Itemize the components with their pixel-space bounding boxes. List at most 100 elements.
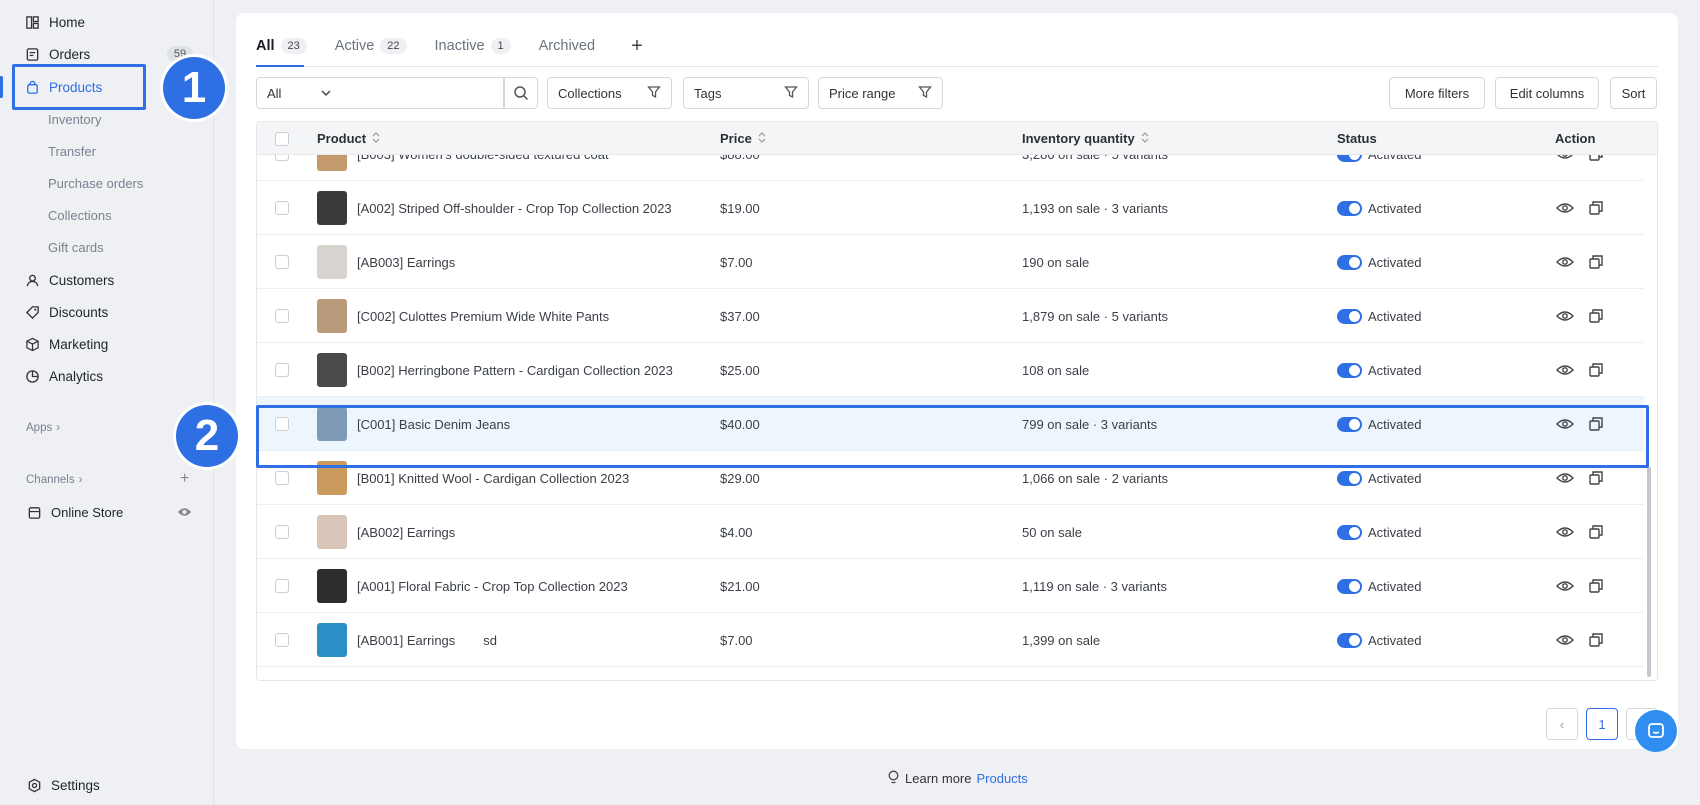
duplicate-icon[interactable] [1586, 468, 1606, 488]
product-name[interactable]: [A001] Floral Fabric - Crop Top Collecti… [357, 579, 628, 594]
scope-select[interactable]: All [256, 77, 345, 109]
table-row[interactable]: [A001] Floral Fabric - Crop Top Collecti… [257, 559, 1644, 613]
row-checkbox[interactable] [275, 309, 289, 323]
view-eye-icon[interactable] [1555, 630, 1575, 650]
duplicate-icon[interactable] [1586, 576, 1606, 596]
view-eye-icon[interactable] [1555, 522, 1575, 542]
tab-inactive[interactable]: Inactive 1 [435, 31, 511, 61]
status-toggle[interactable] [1337, 254, 1362, 270]
sidebar-item-online-store[interactable]: Online Store [26, 500, 123, 524]
product-name[interactable]: [C002] Culottes Premium Wide White Pants [357, 309, 609, 324]
active-indicator [0, 76, 3, 98]
status-label: Activated [1368, 362, 1422, 378]
product-inventory: 108 on sale [1022, 362, 1090, 378]
product-thumbnail [317, 515, 347, 549]
tab-label: Active [334, 38, 375, 54]
view-eye-icon[interactable] [1555, 468, 1575, 488]
channels-label: Channels [26, 474, 75, 486]
tags-filter[interactable]: Tags [683, 77, 809, 109]
search-input[interactable] [344, 77, 504, 109]
row-checkbox[interactable] [275, 525, 289, 539]
status-toggle[interactable] [1337, 200, 1362, 216]
table-row[interactable]: [AB003] Earrings $7.00 190 on sale Activate… [257, 235, 1644, 289]
duplicate-icon[interactable] [1586, 360, 1606, 380]
search-icon[interactable] [504, 77, 538, 109]
product-name[interactable]: [AB002] Earrings [357, 525, 455, 540]
table-row[interactable]: [AB001] Earrings sd $7.00 1,399 on sale Acti… [257, 613, 1644, 667]
table-row[interactable]: [A002] Striped Off-shoulder - Crop Top C… [257, 181, 1644, 235]
sidebar-sub-collections[interactable]: Collections [48, 205, 112, 225]
chat-button[interactable] [1635, 710, 1677, 752]
product-inventory: 1,193 on sale · 3 variants [1022, 200, 1168, 216]
tab-active[interactable]: Active 22 [335, 31, 407, 61]
header-product[interactable]: Product [317, 122, 380, 155]
sidebar-sub-purchase-orders[interactable]: Purchase orders [48, 173, 143, 193]
view-eye-icon[interactable] [1555, 306, 1575, 326]
view-eye-icon[interactable] [1555, 198, 1575, 218]
table-row[interactable]: [C002] Culottes Premium Wide White Pants… [257, 289, 1644, 343]
active-tab-underline [256, 65, 304, 67]
add-tab-icon[interactable]: + [631, 31, 643, 61]
eye-icon[interactable] [177, 505, 192, 523]
view-eye-icon[interactable] [1555, 252, 1575, 272]
status-toggle[interactable] [1337, 578, 1362, 594]
table-scrollbar[interactable] [1647, 467, 1651, 677]
select-all-checkbox[interactable] [275, 131, 289, 146]
sidebar-item-analytics[interactable]: Analytics [24, 364, 103, 388]
duplicate-icon[interactable] [1586, 522, 1606, 542]
sidebar-item-discounts[interactable]: Discounts [24, 300, 108, 324]
status-toggle[interactable] [1337, 632, 1362, 648]
channels-section[interactable]: Channels › [26, 474, 82, 486]
sidebar-item-marketing[interactable]: Marketing [24, 332, 108, 356]
header-price[interactable]: Price [720, 122, 766, 155]
tab-archived[interactable]: Archived [539, 31, 595, 61]
product-price: $7.00 [720, 632, 753, 648]
learn-more-link[interactable]: Products [976, 771, 1027, 786]
view-eye-icon[interactable] [1555, 576, 1575, 596]
collections-filter[interactable]: Collections [547, 77, 672, 109]
sidebar-item-settings[interactable]: Settings [26, 773, 100, 797]
row-checkbox[interactable] [275, 363, 289, 377]
product-name[interactable]: [AB001] Earrings [357, 633, 455, 648]
current-page[interactable]: 1 [1586, 708, 1618, 740]
row-checkbox[interactable] [275, 201, 289, 215]
duplicate-icon[interactable] [1586, 252, 1606, 272]
row-checkbox[interactable] [275, 579, 289, 593]
prev-page-button[interactable]: ‹ [1546, 708, 1578, 740]
apps-section[interactable]: Apps › [26, 422, 60, 434]
sidebar-sub-transfer[interactable]: Transfer [48, 141, 96, 161]
price-range-filter[interactable]: Price range [818, 77, 943, 109]
table-row[interactable]: [AB002] Earrings $4.00 50 on sale Activated [257, 505, 1644, 559]
view-eye-icon[interactable] [1555, 360, 1575, 380]
table-row[interactable]: [B002] Herringbone Pattern - Cardigan Co… [257, 343, 1644, 397]
status-toggle[interactable] [1337, 470, 1362, 486]
header-inventory[interactable]: Inventory quantity [1022, 122, 1149, 155]
status-toggle[interactable] [1337, 524, 1362, 540]
status-toggle[interactable] [1337, 362, 1362, 378]
product-name[interactable]: [A002] Striped Off-shoulder - Crop Top C… [357, 201, 672, 216]
duplicate-icon[interactable] [1586, 198, 1606, 218]
product-name[interactable]: [AB003] Earrings [357, 255, 455, 270]
tab-all[interactable]: All 23 [256, 31, 307, 61]
sidebar-sub-inventory[interactable]: Inventory [48, 109, 101, 129]
row-checkbox[interactable] [275, 633, 289, 647]
learn-more-footer: Learn more Products [887, 770, 1028, 787]
sort-button[interactable]: Sort [1610, 77, 1657, 109]
header-action: Action [1555, 131, 1596, 146]
duplicate-icon[interactable] [1586, 630, 1606, 650]
sidebar-item-orders[interactable]: Orders [24, 42, 90, 66]
duplicate-icon[interactable] [1586, 306, 1606, 326]
sidebar-item-home[interactable]: Home [24, 10, 85, 34]
status-toggle[interactable] [1337, 308, 1362, 324]
more-filters-button[interactable]: More filters [1389, 77, 1485, 109]
edit-columns-button[interactable]: Edit columns [1495, 77, 1599, 109]
product-price: $7.00 [720, 254, 753, 270]
product-name[interactable]: [B001] Knitted Wool - Cardigan Collectio… [357, 471, 629, 486]
sidebar-item-customers[interactable]: Customers [24, 268, 114, 292]
add-channel-icon[interactable]: + [180, 470, 189, 488]
sidebar-sub-gift-cards[interactable]: Gift cards [48, 237, 104, 257]
product-price: $25.00 [720, 362, 760, 378]
row-checkbox[interactable] [275, 255, 289, 269]
row-checkbox[interactable] [275, 471, 289, 485]
product-name[interactable]: [B002] Herringbone Pattern - Cardigan Co… [357, 363, 673, 378]
